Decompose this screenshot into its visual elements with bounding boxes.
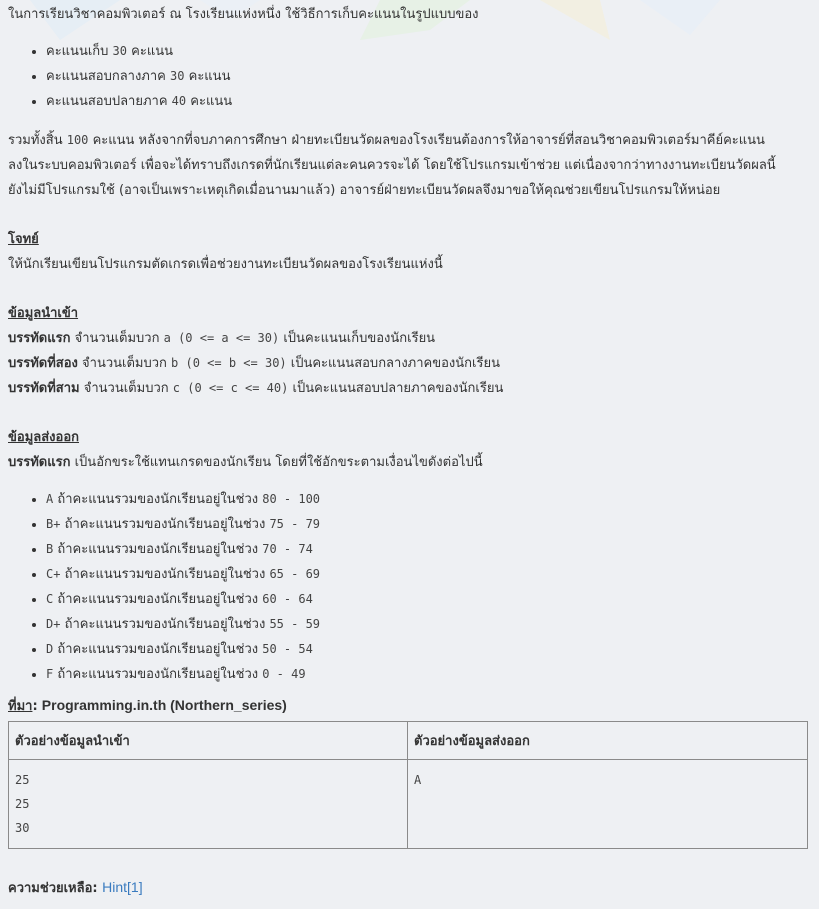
- problem-text: ให้นักเรียนเขียนโปรแกรมตัดเกรดเพื่อช่วยง…: [8, 257, 443, 272]
- score-item: คะแนนสอบปลายภาค 40 คะแนน: [46, 89, 811, 114]
- input-heading: ข้อมูลนำเข้า: [8, 306, 79, 321]
- score-item-value: 30: [170, 69, 185, 83]
- sample-output-cell: A: [407, 759, 808, 849]
- grade-condition: ถ้าคะแนนรวมของนักเรียนอยู่ในช่วง: [57, 492, 259, 507]
- input-line: บรรทัดที่สอง จำนวนเต็มบวก b (0 <= b <= 3…: [8, 351, 811, 376]
- input-line-pre: จำนวนเต็มบวก: [82, 356, 167, 371]
- input-line: บรรทัดที่สาม จำนวนเต็มบวก c (0 <= c <= 4…: [8, 376, 811, 401]
- para-prefix: รวมทั้งสิ้น: [8, 133, 63, 148]
- sample-input-line: 25: [15, 773, 30, 787]
- input-line-pre: จำนวนเต็มบวก: [83, 381, 169, 396]
- intro-paragraph: รวมทั้งสิ้น 100 คะแนน หลังจากที่จบภาคการ…: [8, 128, 811, 203]
- input-line-post: เป็นคะแนนเก็บของนักเรียน: [283, 331, 436, 346]
- score-item: คะแนนสอบกลางภาค 30 คะแนน: [46, 64, 811, 89]
- grade-list: A ถ้าคะแนนรวมของนักเรียนอยู่ในช่วง 80 - …: [8, 487, 811, 687]
- grade-item: D+ ถ้าคะแนนรวมของนักเรียนอยู่ในช่วง 55 -…: [46, 612, 811, 637]
- sample-input-cell: 25 25 30: [8, 759, 408, 849]
- grade-range: 0 - 49: [262, 667, 306, 681]
- input-line-post: เป็นคะแนนสอบกลางภาคของนักเรียน: [290, 356, 500, 371]
- grade-range: 50 - 54: [262, 642, 313, 656]
- grade-letter: B: [46, 542, 54, 556]
- grade-letter: C+: [46, 567, 61, 581]
- input-section: ข้อมูลนำเข้า บรรทัดแรก จำนวนเต็มบวก a (0…: [8, 301, 811, 401]
- grade-condition: ถ้าคะแนนรวมของนักเรียนอยู่ในช่วง: [57, 667, 259, 682]
- para-line-2: ลงในระบบคอมพิวเตอร์ เพื่อจะได้ทราบถึงเกร…: [8, 158, 776, 173]
- score-item-name: คะแนนเก็บ: [46, 44, 109, 59]
- grade-letter: D+: [46, 617, 61, 631]
- source-colon: :: [32, 699, 38, 714]
- grade-item: A ถ้าคะแนนรวมของนักเรียนอยู่ในช่วง 80 - …: [46, 487, 811, 512]
- score-item-value: 30: [112, 44, 127, 58]
- output-section: ข้อมูลส่งออก บรรทัดแรก เป็นอักขระใช้แทนเ…: [8, 425, 811, 687]
- problem-section: โจทย์ ให้นักเรียนเขียนโปรแกรมตัดเกรดเพื่…: [8, 227, 811, 277]
- score-item-name: คะแนนสอบกลางภาค: [46, 69, 166, 84]
- score-item-unit: คะแนน: [188, 69, 231, 84]
- score-item-unit: คะแนน: [131, 44, 173, 59]
- output-line-text: เป็นอักขระใช้แทนเกรดของนักเรียน โดยที่ใช…: [74, 455, 483, 470]
- grade-condition: ถ้าคะแนนรวมของนักเรียนอยู่ในช่วง: [57, 592, 259, 607]
- score-list: คะแนนเก็บ 30 คะแนนคะแนนสอบกลางภาค 30 คะแ…: [8, 39, 811, 114]
- grade-range: 65 - 69: [269, 567, 321, 581]
- sample-table: ตัวอย่างข้อมูลนำเข้า ตัวอย่างข้อมูลส่งออ…: [8, 721, 808, 849]
- grade-letter: C: [46, 592, 54, 606]
- hint-link[interactable]: Hint[1]: [102, 879, 142, 895]
- score-item-value: 40: [171, 94, 187, 108]
- grade-item: D ถ้าคะแนนรวมของนักเรียนอยู่ในช่วง 50 - …: [46, 637, 811, 662]
- input-line-post: เป็นคะแนนสอบปลายภาคของนักเรียน: [292, 381, 504, 396]
- sample-input-line: 30: [15, 821, 30, 835]
- para-line-1: คะแนน หลังจากที่จบภาคการศึกษา ฝ่ายทะเบีย…: [92, 133, 765, 148]
- source-line: ที่มา: Programming.in.th (Northern_serie…: [8, 695, 811, 717]
- grade-condition: ถ้าคะแนนรวมของนักเรียนอยู่ในช่วง: [57, 542, 259, 557]
- grade-range: 75 - 79: [269, 517, 321, 531]
- input-line-label: บรรทัดแรก: [8, 331, 71, 346]
- grade-condition: ถ้าคะแนนรวมของนักเรียนอยู่ในช่วง: [64, 567, 266, 582]
- grade-letter: D: [46, 642, 54, 656]
- help-line: ความช่วยเหลือ: Hint[1]: [8, 877, 811, 898]
- grade-item: C+ ถ้าคะแนนรวมของนักเรียนอยู่ในช่วง 65 -…: [46, 562, 811, 587]
- help-label: ความช่วยเหลือ:: [8, 881, 98, 896]
- grade-range: 60 - 64: [262, 592, 313, 606]
- grade-item: F ถ้าคะแนนรวมของนักเรียนอยู่ในช่วง 0 - 4…: [46, 662, 811, 687]
- grade-condition: ถ้าคะแนนรวมของนักเรียนอยู่ในช่วง: [64, 617, 266, 632]
- grade-item: C ถ้าคะแนนรวมของนักเรียนอยู่ในช่วง 60 - …: [46, 587, 811, 612]
- input-line-code: a (0 <= a <= 30): [163, 331, 280, 345]
- source-label: ที่มา: [8, 699, 33, 714]
- grade-item: B ถ้าคะแนนรวมของนักเรียนอยู่ในช่วง 70 - …: [46, 537, 811, 562]
- input-line-label: บรรทัดที่สาม: [8, 381, 80, 396]
- input-line: บรรทัดแรก จำนวนเต็มบวก a (0 <= a <= 30) …: [8, 326, 811, 351]
- grade-range: 70 - 74: [262, 542, 313, 556]
- intro-text: ในการเรียนวิชาคอมพิวเตอร์ ณ โรงเรียนแห่ง…: [8, 7, 479, 22]
- grade-condition: ถ้าคะแนนรวมของนักเรียนอยู่ในช่วง: [64, 517, 266, 532]
- grade-condition: ถ้าคะแนนรวมของนักเรียนอยู่ในช่วง: [57, 642, 259, 657]
- output-heading: ข้อมูลส่งออก: [8, 430, 79, 445]
- para-line-3: ยังไม่มีโปรแกรมใช้ (อาจเป็นเพราะเหตุเกิด…: [8, 183, 721, 198]
- sample-input-header: ตัวอย่างข้อมูลนำเข้า: [8, 721, 408, 760]
- total-score: 100: [66, 133, 89, 147]
- sample-input-line: 25: [15, 797, 30, 811]
- source-value: Programming.in.th (Northern_series): [41, 697, 287, 713]
- input-line-code: b (0 <= b <= 30): [171, 356, 287, 370]
- input-line-code: c (0 <= c <= 40): [172, 381, 289, 395]
- problem-heading: โจทย์: [8, 232, 39, 247]
- output-line-label: บรรทัดแรก: [8, 455, 71, 470]
- grade-letter: B+: [46, 517, 61, 531]
- score-item-unit: คะแนน: [190, 94, 233, 109]
- sample-output-header: ตัวอย่างข้อมูลส่งออก: [407, 721, 808, 760]
- score-item: คะแนนเก็บ 30 คะแนน: [46, 39, 811, 64]
- grade-range: 55 - 59: [269, 617, 321, 631]
- grade-item: B+ ถ้าคะแนนรวมของนักเรียนอยู่ในช่วง 75 -…: [46, 512, 811, 537]
- input-line-pre: จำนวนเต็มบวก: [74, 331, 160, 346]
- score-item-name: คะแนนสอบปลายภาค: [46, 94, 168, 109]
- grade-letter: A: [46, 492, 54, 506]
- grade-letter: F: [46, 667, 54, 681]
- input-line-label: บรรทัดที่สอง: [8, 356, 78, 371]
- grade-range: 80 - 100: [262, 492, 321, 506]
- sample-output-line: A: [414, 773, 422, 787]
